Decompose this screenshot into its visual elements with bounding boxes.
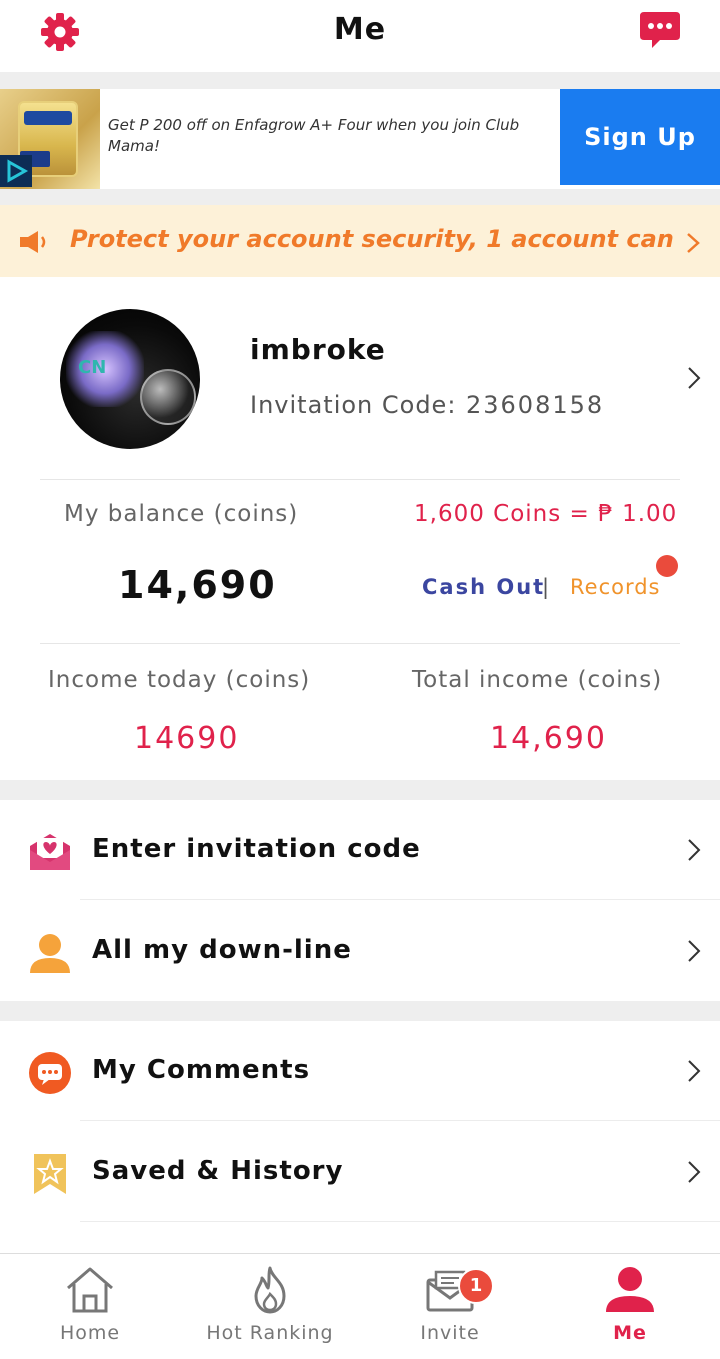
tab-me[interactable]: Me (540, 1254, 720, 1359)
menu-item-all-my-down-line[interactable]: All my down-line (0, 901, 720, 1001)
ad-choices-icon[interactable] (0, 155, 32, 187)
username: imbroke (250, 333, 386, 366)
profile-card: CN imbroke Invitation Code: 23608158 My … (0, 277, 720, 780)
speaker-icon (20, 231, 46, 253)
avatar-bubble (140, 369, 196, 425)
tab-label: Home (59, 1322, 121, 1344)
avatar[interactable]: CN (60, 309, 200, 449)
menu-item-label: All my down-line (92, 935, 352, 965)
avatar-text: CN (78, 357, 107, 378)
income-today-label: Income today (coins) (48, 667, 311, 693)
flame-icon (254, 1266, 286, 1314)
section-divider (0, 72, 720, 89)
menu-item-label: Enter invitation code (92, 834, 421, 864)
section-divider (0, 1001, 720, 1021)
income-today-value: 14690 (134, 721, 240, 756)
chevron-right-icon (688, 940, 701, 962)
person-icon (606, 1267, 654, 1312)
link-separator: | (542, 575, 550, 599)
exchange-rate: 1,600 Coins = ₱ 1.00 (414, 501, 678, 527)
chevron-right-icon[interactable] (684, 231, 702, 255)
invitation-code-label: Invitation Code: (250, 391, 457, 419)
ad-text[interactable]: Get P 200 off on Enfagrow A+ Four when y… (108, 115, 548, 157)
tab-invite[interactable]: 1 Invite (360, 1254, 540, 1359)
security-notice[interactable]: Protect your account security, 1 account… (0, 205, 720, 277)
notification-dot (656, 555, 678, 577)
menu-item-label: Saved & History (92, 1156, 344, 1186)
divider (40, 643, 680, 644)
ad-banner[interactable]: Get P 200 off on Enfagrow A+ Four when y… (0, 89, 720, 189)
home-icon (67, 1267, 113, 1313)
envelope-heart-icon (30, 834, 70, 870)
menu-item-label: My Comments (92, 1055, 311, 1085)
chevron-right-icon (688, 1060, 701, 1082)
section-divider (0, 780, 720, 800)
menu-item-my-comments[interactable]: My Comments (0, 1021, 720, 1121)
tab-label: Hot Ranking (206, 1322, 334, 1344)
bottom-tab-bar: Home Hot Ranking 1 Invite Me (0, 1253, 720, 1359)
page-title: Me (333, 12, 387, 47)
sign-up-button[interactable]: Sign Up (560, 89, 720, 185)
row-divider (80, 1221, 720, 1222)
invitation-code: 23608158 (466, 391, 605, 419)
total-income-value: 14,690 (490, 721, 607, 756)
bookmark-star-icon (34, 1154, 66, 1194)
total-income-label: Total income (coins) (412, 667, 663, 693)
notice-text: Protect your account security, 1 account… (70, 225, 680, 253)
tab-home[interactable]: Home (0, 1254, 180, 1359)
row-divider (80, 1120, 720, 1121)
chevron-right-icon (688, 839, 701, 861)
chevron-right-icon[interactable] (686, 365, 702, 391)
top-bar: Me (0, 0, 720, 72)
invite-badge: 1 (458, 1268, 494, 1304)
tab-hot-ranking[interactable]: Hot Ranking (180, 1254, 360, 1359)
chevron-right-icon (688, 1161, 701, 1183)
person-icon (30, 934, 70, 973)
balance-value: 14,690 (118, 563, 277, 607)
tab-label: Invite (420, 1322, 480, 1344)
balance-label: My balance (coins) (64, 501, 299, 527)
records-link[interactable]: Records (570, 575, 661, 599)
comment-icon (29, 1052, 71, 1094)
menu-item-enter-invitation-code[interactable]: Enter invitation code (0, 800, 720, 900)
product-label (24, 111, 72, 125)
chat-bubble-icon[interactable] (638, 8, 682, 52)
cash-out-link[interactable]: Cash Out (422, 575, 545, 599)
menu-item-saved-history[interactable]: Saved & History (0, 1122, 720, 1222)
ad-product-image[interactable] (0, 89, 100, 189)
divider (40, 479, 680, 480)
tab-label: Me (613, 1322, 647, 1344)
row-divider (80, 899, 720, 900)
section-divider (0, 189, 720, 205)
